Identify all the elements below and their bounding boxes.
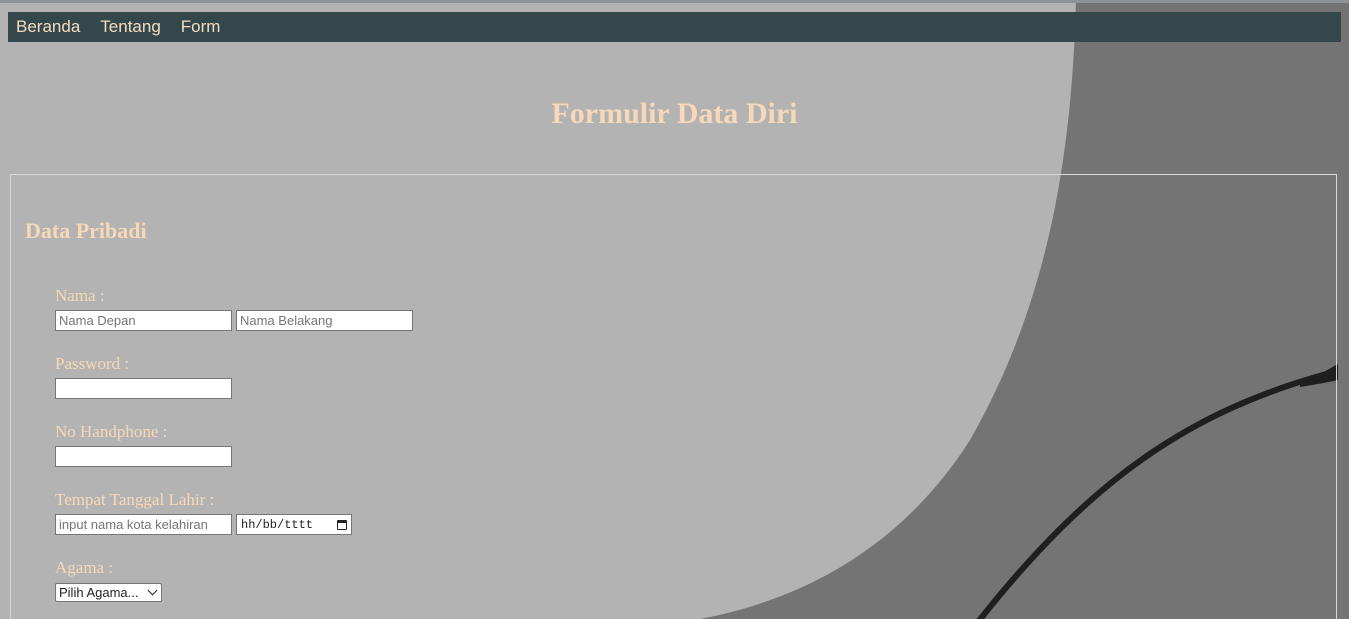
date-format-text: hh/bb/tttt bbox=[241, 517, 314, 532]
first-name-input[interactable] bbox=[55, 310, 232, 331]
top-strip bbox=[0, 0, 1349, 3]
nav-item-beranda[interactable]: Beranda bbox=[16, 17, 80, 37]
nav-item-form[interactable]: Form bbox=[181, 17, 221, 37]
birth-label: Tempat Tanggal Lahir : bbox=[55, 490, 215, 509]
navbar: Beranda Tentang Form bbox=[8, 12, 1341, 42]
agama-select[interactable]: Pilih Agama... bbox=[55, 583, 162, 602]
form-fieldset: Data Pribadi Nama : Password : No Handph… bbox=[10, 174, 1337, 619]
section-heading: Data Pribadi bbox=[25, 218, 147, 243]
birth-date-input[interactable]: hh/bb/tttt bbox=[236, 514, 352, 535]
agama-label: Agama : bbox=[55, 558, 114, 577]
handphone-label: No Handphone : bbox=[55, 422, 168, 441]
nav-item-tentang[interactable]: Tentang bbox=[100, 17, 161, 37]
handphone-input[interactable] bbox=[55, 446, 232, 467]
agama-selected-value: Pilih Agama... bbox=[59, 585, 139, 600]
password-input[interactable] bbox=[55, 378, 232, 399]
last-name-input[interactable] bbox=[236, 310, 413, 331]
birth-city-input[interactable] bbox=[55, 514, 232, 535]
nama-label: Nama : bbox=[55, 286, 105, 305]
chevron-down-icon bbox=[147, 585, 158, 596]
calendar-icon[interactable] bbox=[337, 519, 347, 530]
password-label: Password : bbox=[55, 354, 130, 373]
page-title: Formulir Data Diri bbox=[551, 97, 798, 130]
